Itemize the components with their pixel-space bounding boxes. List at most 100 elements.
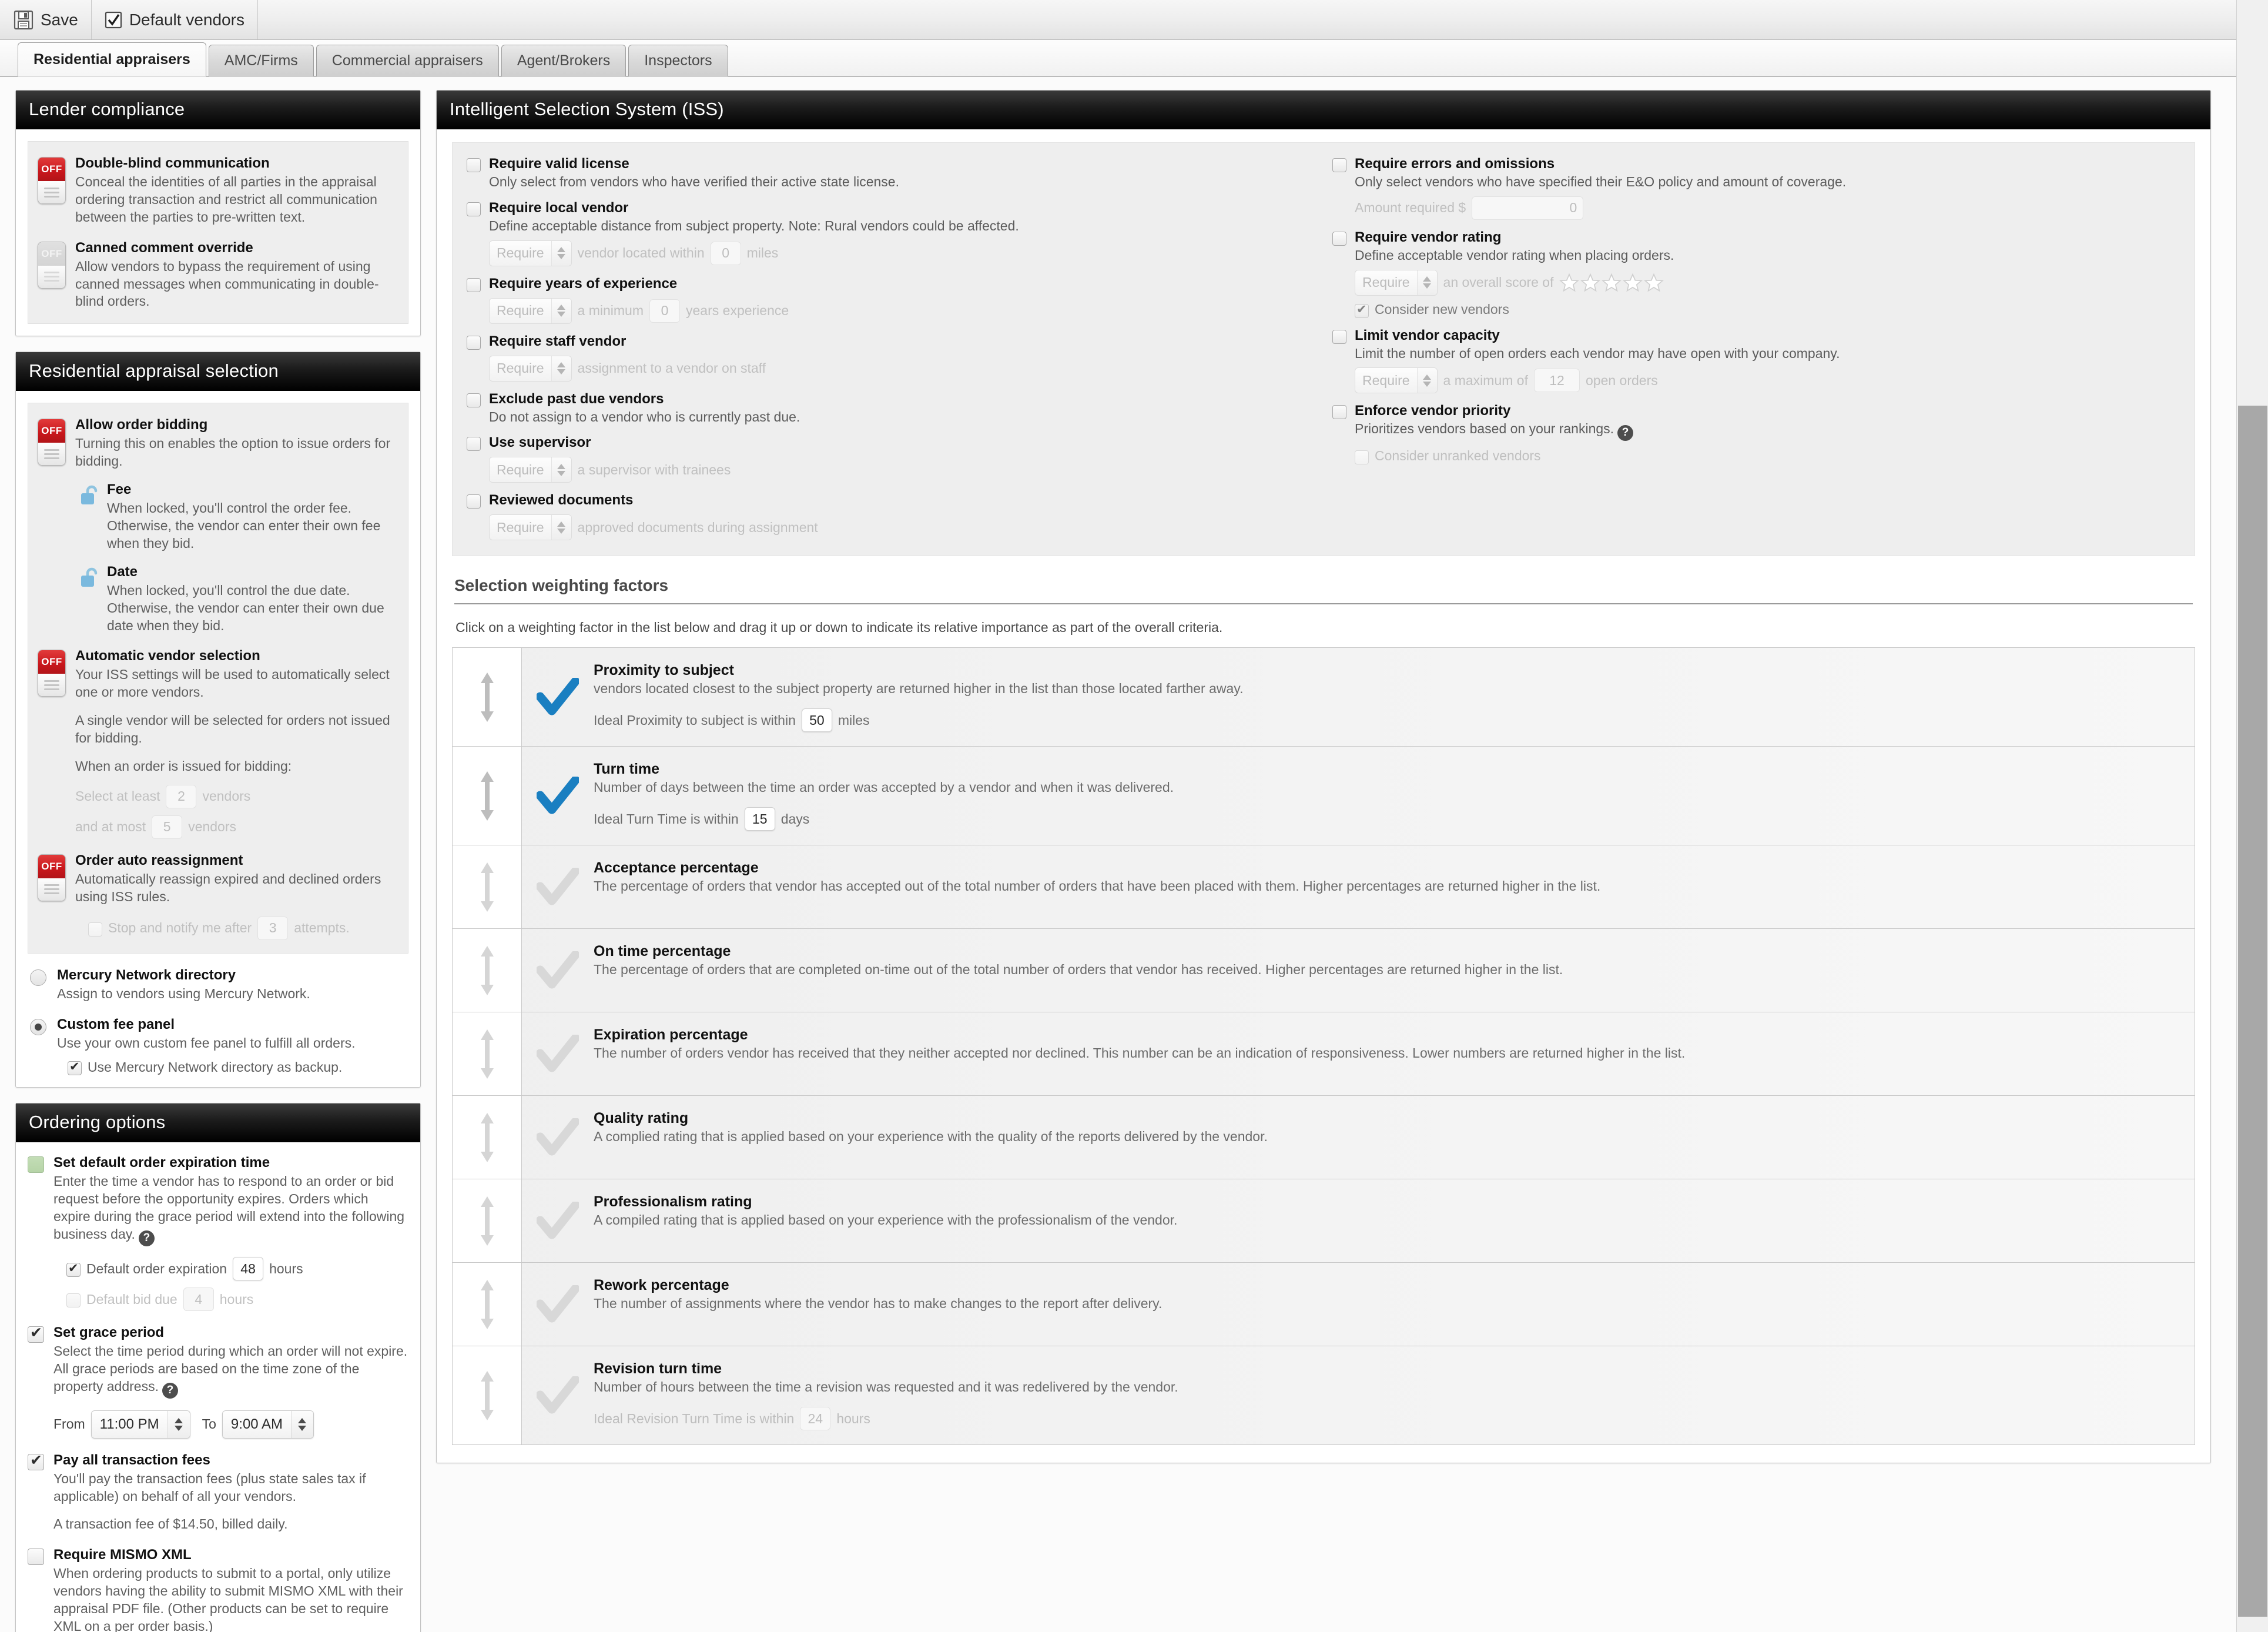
- default-order-expiration-input[interactable]: 48: [233, 1257, 264, 1280]
- require-local-vendor-select[interactable]: Require: [489, 240, 572, 266]
- weighting-enabled-check[interactable]: [522, 1346, 594, 1444]
- default-order-expiration-checkbox[interactable]: [66, 1260, 81, 1277]
- weighting-row[interactable]: Professionalism rating A compiled rating…: [453, 1179, 2195, 1263]
- default-vendors-button[interactable]: Default vendors: [92, 0, 258, 39]
- weighting-row[interactable]: Quality rating A complied rating that is…: [453, 1096, 2195, 1180]
- radio-mercury-network-directory[interactable]: [30, 969, 46, 986]
- weighting-row[interactable]: Turn time Number of days between the tim…: [453, 747, 2195, 846]
- unlocked-padlock-icon[interactable]: [80, 567, 100, 635]
- stop-notify-checkbox[interactable]: [88, 922, 102, 937]
- toggle-allow-order-bidding[interactable]: OFF: [38, 419, 66, 466]
- stop-notify-attempts-input[interactable]: 3: [257, 916, 289, 940]
- option-custom-fee-panel[interactable]: Custom fee panel Use your own custom fee…: [28, 1016, 408, 1076]
- years-experience-input[interactable]: 0: [649, 299, 681, 323]
- limit-vendor-capacity-checkbox[interactable]: [1332, 329, 1346, 344]
- max-vendors-input[interactable]: 5: [152, 815, 183, 839]
- grace-to-time-select[interactable]: 9:00 AM: [222, 1410, 314, 1439]
- weighting-enabled-check[interactable]: [522, 1096, 594, 1179]
- toggle-canned-comment-override[interactable]: OFF: [38, 241, 66, 289]
- save-button[interactable]: Save: [0, 0, 92, 39]
- grace-from-time-select[interactable]: 11:00 PM: [91, 1410, 190, 1439]
- spinner-icon[interactable]: [551, 298, 571, 323]
- weighting-row[interactable]: On time percentage The percentage of ord…: [453, 929, 2195, 1013]
- reviewed-documents-select[interactable]: Require: [489, 514, 572, 541]
- spinner-icon[interactable]: [551, 240, 571, 266]
- star-icon[interactable]: [1644, 273, 1664, 293]
- drag-handle[interactable]: [453, 747, 522, 845]
- require-eo-checkbox[interactable]: [1332, 158, 1346, 172]
- weighting-enabled-check[interactable]: [522, 1179, 594, 1262]
- spinner-icon[interactable]: [551, 356, 571, 381]
- default-bid-due-checkbox[interactable]: [66, 1293, 81, 1307]
- exclude-past-due-checkbox[interactable]: [467, 393, 481, 407]
- unlocked-padlock-icon[interactable]: [80, 484, 100, 553]
- drag-handle[interactable]: [453, 1096, 522, 1179]
- star-icon[interactable]: [1602, 273, 1622, 293]
- min-vendors-input[interactable]: 2: [166, 784, 197, 808]
- default-bid-due-input[interactable]: 4: [183, 1287, 214, 1311]
- weighting-row[interactable]: Rework percentage The number of assignme…: [453, 1263, 2195, 1347]
- help-icon[interactable]: ?: [1617, 424, 1634, 441]
- consider-new-vendors-checkbox[interactable]: [1355, 301, 1369, 319]
- scrollbar-track-top[interactable]: [2237, 0, 2268, 402]
- use-supervisor-checkbox[interactable]: [467, 437, 481, 452]
- weighting-row[interactable]: Expiration percentage The number of orde…: [453, 1012, 2195, 1096]
- drag-handle[interactable]: [453, 1179, 522, 1263]
- use-supervisor-select[interactable]: Require: [489, 457, 572, 483]
- toggle-double-blind-communication[interactable]: OFF: [38, 157, 66, 204]
- spinner-icon[interactable]: [290, 1410, 313, 1438]
- reviewed-documents-checkbox[interactable]: [467, 494, 481, 509]
- spinner-icon[interactable]: [1416, 368, 1437, 393]
- require-staff-vendor-checkbox[interactable]: [467, 335, 481, 350]
- drag-handle[interactable]: [453, 929, 522, 1012]
- limit-vendor-capacity-select[interactable]: Require: [1355, 367, 1438, 394]
- tab-residential-appraisers[interactable]: Residential appraisers: [18, 42, 206, 76]
- drag-handle[interactable]: [453, 1012, 522, 1096]
- toggle-automatic-vendor-selection[interactable]: OFF: [38, 650, 66, 697]
- require-staff-vendor-select[interactable]: Require: [489, 355, 572, 382]
- require-local-vendor-checkbox[interactable]: [467, 202, 481, 216]
- local-vendor-miles-input[interactable]: 0: [710, 241, 741, 265]
- spinner-icon[interactable]: [1416, 270, 1437, 295]
- weighting-enabled-check[interactable]: [522, 845, 594, 928]
- tab-inspectors[interactable]: Inspectors: [628, 45, 728, 76]
- star-icon[interactable]: [1580, 273, 1601, 293]
- spinner-icon[interactable]: [551, 515, 571, 540]
- weighting-enabled-check[interactable]: [522, 929, 594, 1012]
- vertical-scrollbar[interactable]: [2236, 0, 2268, 1632]
- weighting-enabled-check[interactable]: [522, 1263, 594, 1346]
- use-mercury-backup-checkbox[interactable]: [68, 1058, 82, 1076]
- weighting-ideal-input[interactable]: 15: [744, 807, 775, 831]
- spinner-icon[interactable]: [551, 457, 571, 483]
- set-grace-period-checkbox[interactable]: [28, 1324, 44, 1343]
- weighting-enabled-check[interactable]: [522, 648, 594, 746]
- spinner-icon[interactable]: [167, 1410, 190, 1438]
- set-default-expiration-checkbox[interactable]: [28, 1156, 44, 1173]
- enforce-vendor-priority-checkbox[interactable]: [1332, 405, 1346, 420]
- option-mercury-network-directory[interactable]: Mercury Network directory Assign to vend…: [28, 967, 408, 1003]
- toggle-order-auto-reassignment[interactable]: OFF: [38, 854, 66, 901]
- require-vendor-rating-checkbox[interactable]: [1332, 231, 1346, 246]
- require-years-experience-select[interactable]: Require: [489, 297, 572, 324]
- eo-amount-input[interactable]: 0: [1472, 196, 1584, 220]
- require-vendor-rating-select[interactable]: Require: [1355, 269, 1438, 296]
- tab-agent-brokers[interactable]: Agent/Brokers: [501, 45, 627, 76]
- weighting-ideal-input[interactable]: 50: [801, 708, 832, 733]
- weighting-enabled-check[interactable]: [522, 747, 594, 845]
- drag-handle[interactable]: [453, 1346, 522, 1445]
- radio-custom-fee-panel[interactable]: [30, 1018, 46, 1035]
- weighting-enabled-check[interactable]: [522, 1012, 594, 1095]
- drag-handle[interactable]: [453, 648, 522, 747]
- help-icon[interactable]: ?: [162, 1382, 178, 1399]
- drag-handle[interactable]: [453, 1263, 522, 1346]
- scrollbar-thumb[interactable]: [2238, 406, 2267, 1617]
- star-icon[interactable]: [1559, 273, 1580, 293]
- tab-commercial-appraisers[interactable]: Commercial appraisers: [316, 45, 499, 76]
- tab-amc-firms[interactable]: AMC/Firms: [208, 45, 314, 76]
- help-icon[interactable]: ?: [138, 1230, 155, 1246]
- weighting-row[interactable]: Acceptance percentage The percentage of …: [453, 845, 2195, 929]
- drag-handle[interactable]: [453, 845, 522, 929]
- pay-all-transaction-fees-checkbox[interactable]: [28, 1452, 44, 1470]
- vendor-capacity-input[interactable]: 12: [1533, 369, 1580, 393]
- consider-unranked-checkbox[interactable]: [1355, 450, 1369, 464]
